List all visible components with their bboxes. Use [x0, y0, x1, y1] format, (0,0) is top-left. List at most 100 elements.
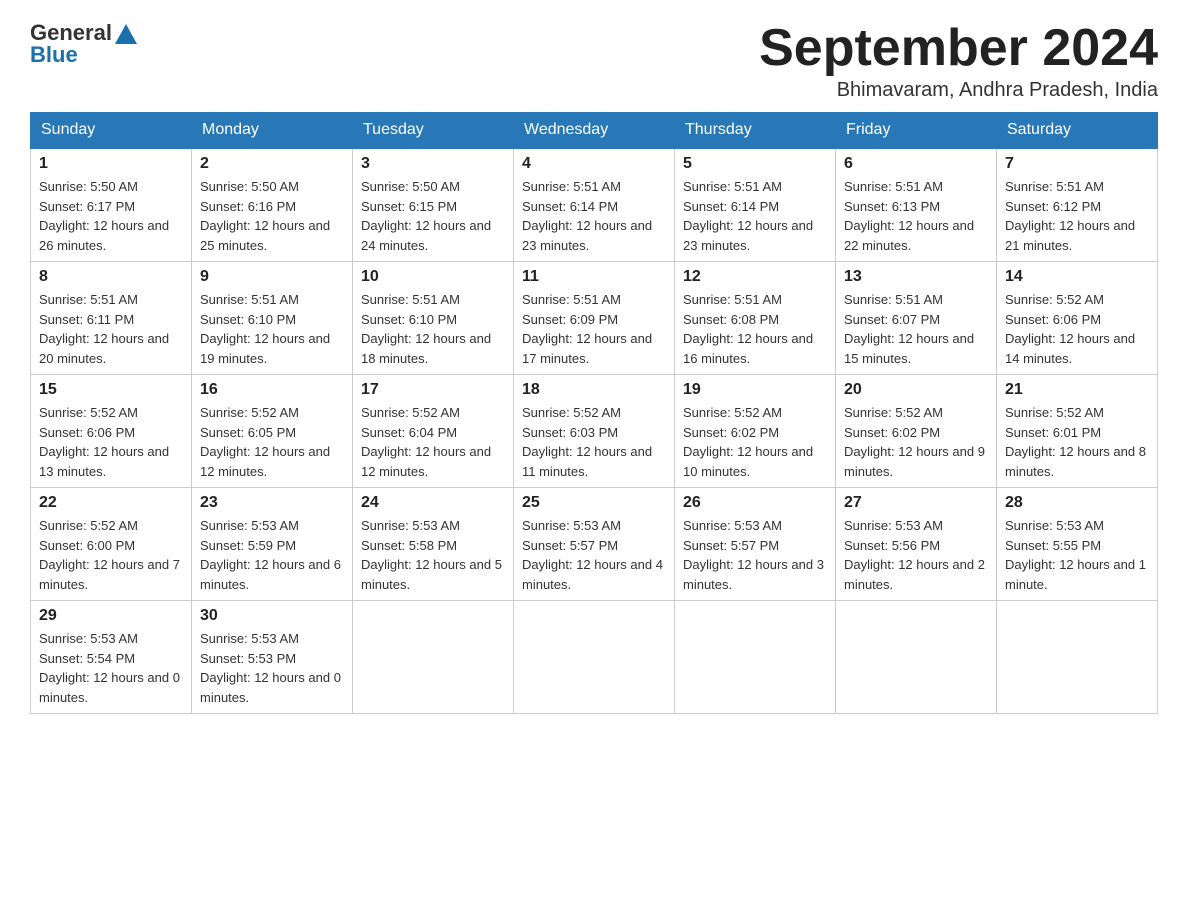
title-block: September 2024 Bhimavaram, Andhra Prades…: [759, 20, 1158, 102]
logo-blue-text: Blue: [30, 42, 78, 68]
table-row: 19 Sunrise: 5:52 AM Sunset: 6:02 PM Dayl…: [675, 375, 836, 488]
day-number: 30: [200, 607, 344, 625]
day-info: Sunrise: 5:52 AM Sunset: 6:05 PM Dayligh…: [200, 403, 344, 481]
table-row: 21 Sunrise: 5:52 AM Sunset: 6:01 PM Dayl…: [997, 375, 1158, 488]
col-wednesday: Wednesday: [514, 113, 675, 149]
table-row: 14 Sunrise: 5:52 AM Sunset: 6:06 PM Dayl…: [997, 262, 1158, 375]
table-row: 15 Sunrise: 5:52 AM Sunset: 6:06 PM Dayl…: [31, 375, 192, 488]
table-row: 2 Sunrise: 5:50 AM Sunset: 6:16 PM Dayli…: [192, 148, 353, 262]
day-number: 29: [39, 607, 183, 625]
col-tuesday: Tuesday: [353, 113, 514, 149]
day-number: 14: [1005, 268, 1149, 286]
table-row: 4 Sunrise: 5:51 AM Sunset: 6:14 PM Dayli…: [514, 148, 675, 262]
day-info: Sunrise: 5:53 AM Sunset: 5:59 PM Dayligh…: [200, 516, 344, 594]
table-row: 25 Sunrise: 5:53 AM Sunset: 5:57 PM Dayl…: [514, 488, 675, 601]
table-row: 9 Sunrise: 5:51 AM Sunset: 6:10 PM Dayli…: [192, 262, 353, 375]
day-info: Sunrise: 5:52 AM Sunset: 6:02 PM Dayligh…: [683, 403, 827, 481]
col-monday: Monday: [192, 113, 353, 149]
table-row: 11 Sunrise: 5:51 AM Sunset: 6:09 PM Dayl…: [514, 262, 675, 375]
day-info: Sunrise: 5:52 AM Sunset: 6:06 PM Dayligh…: [39, 403, 183, 481]
logo: General Blue: [30, 20, 137, 68]
day-number: 7: [1005, 155, 1149, 173]
day-info: Sunrise: 5:51 AM Sunset: 6:14 PM Dayligh…: [522, 177, 666, 255]
day-number: 21: [1005, 381, 1149, 399]
day-number: 17: [361, 381, 505, 399]
day-info: Sunrise: 5:53 AM Sunset: 5:56 PM Dayligh…: [844, 516, 988, 594]
table-row: [675, 601, 836, 714]
day-info: Sunrise: 5:50 AM Sunset: 6:17 PM Dayligh…: [39, 177, 183, 255]
day-info: Sunrise: 5:51 AM Sunset: 6:12 PM Dayligh…: [1005, 177, 1149, 255]
table-row: 26 Sunrise: 5:53 AM Sunset: 5:57 PM Dayl…: [675, 488, 836, 601]
day-number: 6: [844, 155, 988, 173]
day-number: 26: [683, 494, 827, 512]
day-info: Sunrise: 5:53 AM Sunset: 5:58 PM Dayligh…: [361, 516, 505, 594]
table-row: 16 Sunrise: 5:52 AM Sunset: 6:05 PM Dayl…: [192, 375, 353, 488]
day-number: 4: [522, 155, 666, 173]
day-number: 19: [683, 381, 827, 399]
table-row: [514, 601, 675, 714]
day-info: Sunrise: 5:51 AM Sunset: 6:09 PM Dayligh…: [522, 290, 666, 368]
col-friday: Friday: [836, 113, 997, 149]
month-title: September 2024: [759, 20, 1158, 77]
table-row: 28 Sunrise: 5:53 AM Sunset: 5:55 PM Dayl…: [997, 488, 1158, 601]
col-thursday: Thursday: [675, 113, 836, 149]
calendar-week-row: 1 Sunrise: 5:50 AM Sunset: 6:17 PM Dayli…: [31, 148, 1158, 262]
day-number: 13: [844, 268, 988, 286]
day-number: 27: [844, 494, 988, 512]
day-info: Sunrise: 5:50 AM Sunset: 6:16 PM Dayligh…: [200, 177, 344, 255]
table-row: [836, 601, 997, 714]
header-row: Sunday Monday Tuesday Wednesday Thursday…: [31, 113, 1158, 149]
calendar-week-row: 29 Sunrise: 5:53 AM Sunset: 5:54 PM Dayl…: [31, 601, 1158, 714]
day-number: 1: [39, 155, 183, 173]
table-row: 20 Sunrise: 5:52 AM Sunset: 6:02 PM Dayl…: [836, 375, 997, 488]
day-info: Sunrise: 5:50 AM Sunset: 6:15 PM Dayligh…: [361, 177, 505, 255]
calendar-week-row: 8 Sunrise: 5:51 AM Sunset: 6:11 PM Dayli…: [31, 262, 1158, 375]
table-row: [353, 601, 514, 714]
day-number: 20: [844, 381, 988, 399]
day-number: 10: [361, 268, 505, 286]
day-info: Sunrise: 5:53 AM Sunset: 5:54 PM Dayligh…: [39, 629, 183, 707]
day-info: Sunrise: 5:52 AM Sunset: 6:03 PM Dayligh…: [522, 403, 666, 481]
day-number: 8: [39, 268, 183, 286]
col-saturday: Saturday: [997, 113, 1158, 149]
day-number: 2: [200, 155, 344, 173]
calendar-week-row: 22 Sunrise: 5:52 AM Sunset: 6:00 PM Dayl…: [31, 488, 1158, 601]
table-row: 22 Sunrise: 5:52 AM Sunset: 6:00 PM Dayl…: [31, 488, 192, 601]
day-number: 23: [200, 494, 344, 512]
day-info: Sunrise: 5:52 AM Sunset: 6:06 PM Dayligh…: [1005, 290, 1149, 368]
day-info: Sunrise: 5:53 AM Sunset: 5:53 PM Dayligh…: [200, 629, 344, 707]
day-info: Sunrise: 5:51 AM Sunset: 6:10 PM Dayligh…: [200, 290, 344, 368]
day-info: Sunrise: 5:52 AM Sunset: 6:04 PM Dayligh…: [361, 403, 505, 481]
calendar-week-row: 15 Sunrise: 5:52 AM Sunset: 6:06 PM Dayl…: [31, 375, 1158, 488]
day-number: 28: [1005, 494, 1149, 512]
table-row: [997, 601, 1158, 714]
table-row: 6 Sunrise: 5:51 AM Sunset: 6:13 PM Dayli…: [836, 148, 997, 262]
day-info: Sunrise: 5:53 AM Sunset: 5:57 PM Dayligh…: [522, 516, 666, 594]
table-row: 24 Sunrise: 5:53 AM Sunset: 5:58 PM Dayl…: [353, 488, 514, 601]
day-number: 11: [522, 268, 666, 286]
day-info: Sunrise: 5:52 AM Sunset: 6:01 PM Dayligh…: [1005, 403, 1149, 481]
table-row: 29 Sunrise: 5:53 AM Sunset: 5:54 PM Dayl…: [31, 601, 192, 714]
table-row: 1 Sunrise: 5:50 AM Sunset: 6:17 PM Dayli…: [31, 148, 192, 262]
day-number: 9: [200, 268, 344, 286]
day-info: Sunrise: 5:51 AM Sunset: 6:11 PM Dayligh…: [39, 290, 183, 368]
logo-triangle-icon: [115, 22, 137, 44]
page-header: General Blue September 2024 Bhimavaram, …: [30, 20, 1158, 102]
table-row: 7 Sunrise: 5:51 AM Sunset: 6:12 PM Dayli…: [997, 148, 1158, 262]
day-number: 3: [361, 155, 505, 173]
day-number: 15: [39, 381, 183, 399]
day-info: Sunrise: 5:51 AM Sunset: 6:08 PM Dayligh…: [683, 290, 827, 368]
day-number: 12: [683, 268, 827, 286]
location-text: Bhimavaram, Andhra Pradesh, India: [759, 79, 1158, 102]
day-number: 24: [361, 494, 505, 512]
table-row: 18 Sunrise: 5:52 AM Sunset: 6:03 PM Dayl…: [514, 375, 675, 488]
day-number: 25: [522, 494, 666, 512]
table-row: 23 Sunrise: 5:53 AM Sunset: 5:59 PM Dayl…: [192, 488, 353, 601]
table-row: 30 Sunrise: 5:53 AM Sunset: 5:53 PM Dayl…: [192, 601, 353, 714]
table-row: 13 Sunrise: 5:51 AM Sunset: 6:07 PM Dayl…: [836, 262, 997, 375]
table-row: 12 Sunrise: 5:51 AM Sunset: 6:08 PM Dayl…: [675, 262, 836, 375]
calendar-table: Sunday Monday Tuesday Wednesday Thursday…: [30, 112, 1158, 714]
table-row: 10 Sunrise: 5:51 AM Sunset: 6:10 PM Dayl…: [353, 262, 514, 375]
table-row: 3 Sunrise: 5:50 AM Sunset: 6:15 PM Dayli…: [353, 148, 514, 262]
day-info: Sunrise: 5:51 AM Sunset: 6:13 PM Dayligh…: [844, 177, 988, 255]
